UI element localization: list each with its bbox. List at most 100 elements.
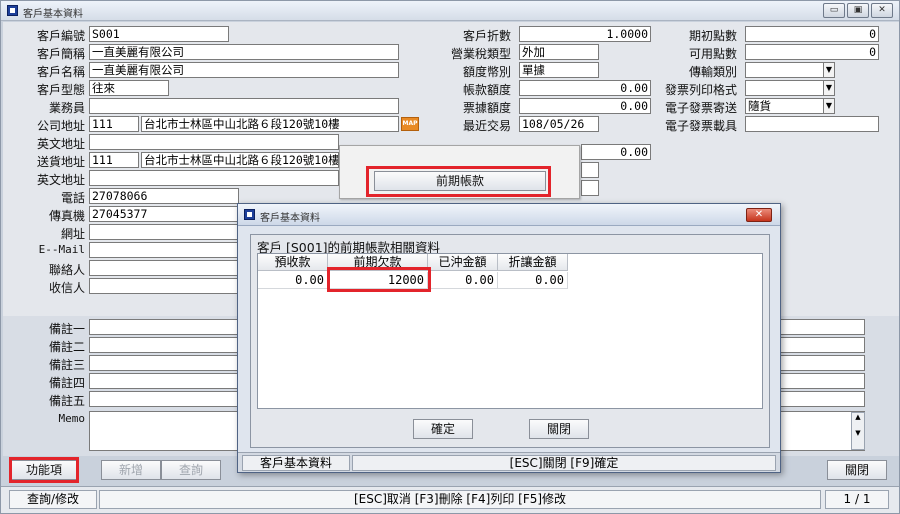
tax-type-field[interactable]: 外加 [519,44,599,60]
limit-currency-field[interactable]: 單據 [519,62,599,78]
remark2-label: 備註二 [48,340,85,354]
note-limit-label: 票據額度 [462,101,511,115]
highlight-box-function [9,457,79,483]
maximize-icon[interactable]: ▣ [847,3,869,18]
email-label: E--Mail [38,243,85,256]
recipient-field[interactable] [89,278,239,294]
mode-status: 查詢/修改 [9,490,97,509]
last-trade-field[interactable]: 108/05/26 [519,116,599,132]
grid-header-offset: 已沖金額 [428,254,498,271]
customer-no-field[interactable]: S001 [89,26,229,42]
recipient-label: 收信人 [48,281,85,295]
company-address-field[interactable]: 台北市士林區中山北路６段120號10樓 [141,116,399,132]
balance-grid: 預收款 前期欠款 已沖金額 折讓金額 0.00 12000 0.00 0.00 [257,253,763,409]
small-field-1[interactable] [581,162,599,178]
website-field[interactable] [89,224,239,240]
status-bar: 查詢/修改 [ESC]取消 [F3]刪除 [F4]列印 [F5]修改 1 / 1 [1,486,899,513]
shipping-type-label: 傳輸類別 [688,65,737,79]
einvoice-send-label: 電子發票寄送 [664,101,737,115]
salesperson-label: 業務員 [48,101,85,115]
short-name-label: 客戶簡稱 [36,47,85,61]
dialog-app-icon [244,209,255,220]
invoice-print-select[interactable]: ▼ [745,80,835,96]
email-field[interactable] [89,242,239,258]
opening-points-label: 期初點數 [688,29,737,43]
unlabeled-amount-field[interactable]: 0.00 [581,144,651,160]
remark1-label: 備註一 [48,322,85,336]
company-address-label: 公司地址 [36,119,85,133]
customer-type-field[interactable]: 往來 [89,80,169,96]
customer-no-label: 客戶編號 [36,29,85,43]
short-name-field[interactable]: 一直美麗有限公司 [89,44,399,60]
prior-balance-dialog: 客戶基本資料 ✕ 客戶 [S001]的前期帳款相關資料 預收款 前期欠款 已沖金… [237,203,781,473]
available-points-label: 可用點數 [688,47,737,61]
tax-type-label: 營業稅類型 [450,47,511,61]
delivery-address-en-field[interactable] [89,170,339,186]
einvoice-send-value: 隨貨 [748,99,771,113]
map-button[interactable]: MAP [401,117,419,131]
fax-field[interactable]: 27045377 [89,206,239,222]
context-popup: 前期帳款 [339,145,580,199]
delivery-address-en-label: 英文地址 [36,173,85,187]
note-limit-field[interactable]: 0.00 [519,98,651,114]
close-button[interactable]: 關閉 [827,460,887,480]
dialog-close-icon[interactable]: ✕ [746,208,772,222]
opening-points-field[interactable]: 0 [745,26,879,42]
remark4-label: 備註四 [48,376,85,390]
delivery-address-field[interactable]: 台北市士林區中山北路６段120號10樓 [141,152,339,168]
dialog-title: 客戶基本資料 [260,213,320,224]
dialog-body: 客戶 [S001]的前期帳款相關資料 預收款 前期欠款 已沖金額 折讓金額 0.… [250,234,770,448]
phone-field[interactable]: 27078066 [89,188,239,204]
title-bar: 客戶基本資料 ▭ ▣ ✕ [1,1,899,21]
window-title: 客戶基本資料 [23,9,83,20]
add-button[interactable]: 新增 [101,460,161,480]
memo-label: Memo [58,412,86,425]
chevron-down-icon[interactable]: ▼ [823,63,834,77]
chevron-down-icon[interactable]: ▼ [823,81,834,95]
ok-button[interactable]: 確定 [413,419,473,439]
invoice-print-label: 發票列印格式 [664,83,737,97]
shipping-type-select[interactable]: ▼ [745,62,835,78]
salesperson-field[interactable] [89,98,399,114]
discount-field[interactable]: 1.0000 [519,26,651,42]
remark3-label: 備註三 [48,358,85,372]
close-icon[interactable]: ✕ [871,3,893,18]
query-button[interactable]: 查詢 [161,460,221,480]
available-points-field[interactable]: 0 [745,44,879,60]
full-name-label: 客戶名稱 [36,65,85,79]
dialog-status-left: 客戶基本資料 [242,455,350,471]
phone-label: 電話 [60,191,85,205]
fax-label: 傳真機 [48,209,85,223]
chevron-down-icon[interactable]: ▼ [823,99,834,113]
company-address-en-field[interactable] [89,134,339,150]
memo-scrollbar[interactable]: ▲ ▼ [851,412,865,450]
contact-field[interactable] [89,260,239,276]
dialog-close-button[interactable]: 關閉 [529,419,589,439]
small-field-2[interactable] [581,180,599,196]
grid-header-advance: 預收款 [258,254,328,271]
app-icon [7,5,18,16]
last-trade-label: 最近交易 [462,119,511,133]
grid-cell-advance[interactable]: 0.00 [258,272,328,289]
einvoice-carrier-label: 電子發票載具 [664,119,737,133]
account-limit-field[interactable]: 0.00 [519,80,651,96]
contact-label: 聯絡人 [48,263,85,277]
highlight-box-prior-balance [366,166,551,197]
dialog-title-bar: 客戶基本資料 ✕ [238,204,780,226]
company-address-en-label: 英文地址 [36,137,85,151]
grid-header-discount: 折讓金額 [498,254,568,271]
einvoice-carrier-field[interactable] [745,116,879,132]
grid-cell-discount[interactable]: 0.00 [498,272,568,289]
grid-cell-offset[interactable]: 0.00 [428,272,498,289]
customer-type-label: 客戶型態 [36,83,85,97]
highlight-box-prior-debt [327,267,431,292]
limit-currency-label: 額度幣別 [462,65,511,79]
minimize-icon[interactable]: ▭ [823,3,845,18]
hint-status: [ESC]取消 [F3]刪除 [F4]列印 [F5]修改 [99,490,821,509]
company-zip-field[interactable]: 111 [89,116,139,132]
delivery-zip-field[interactable]: 111 [89,152,139,168]
einvoice-send-select[interactable]: 隨貨 ▼ [745,98,835,114]
delivery-address-label: 送貨地址 [36,155,85,169]
full-name-field[interactable]: 一直美麗有限公司 [89,62,399,78]
remark5-label: 備註五 [48,394,85,408]
